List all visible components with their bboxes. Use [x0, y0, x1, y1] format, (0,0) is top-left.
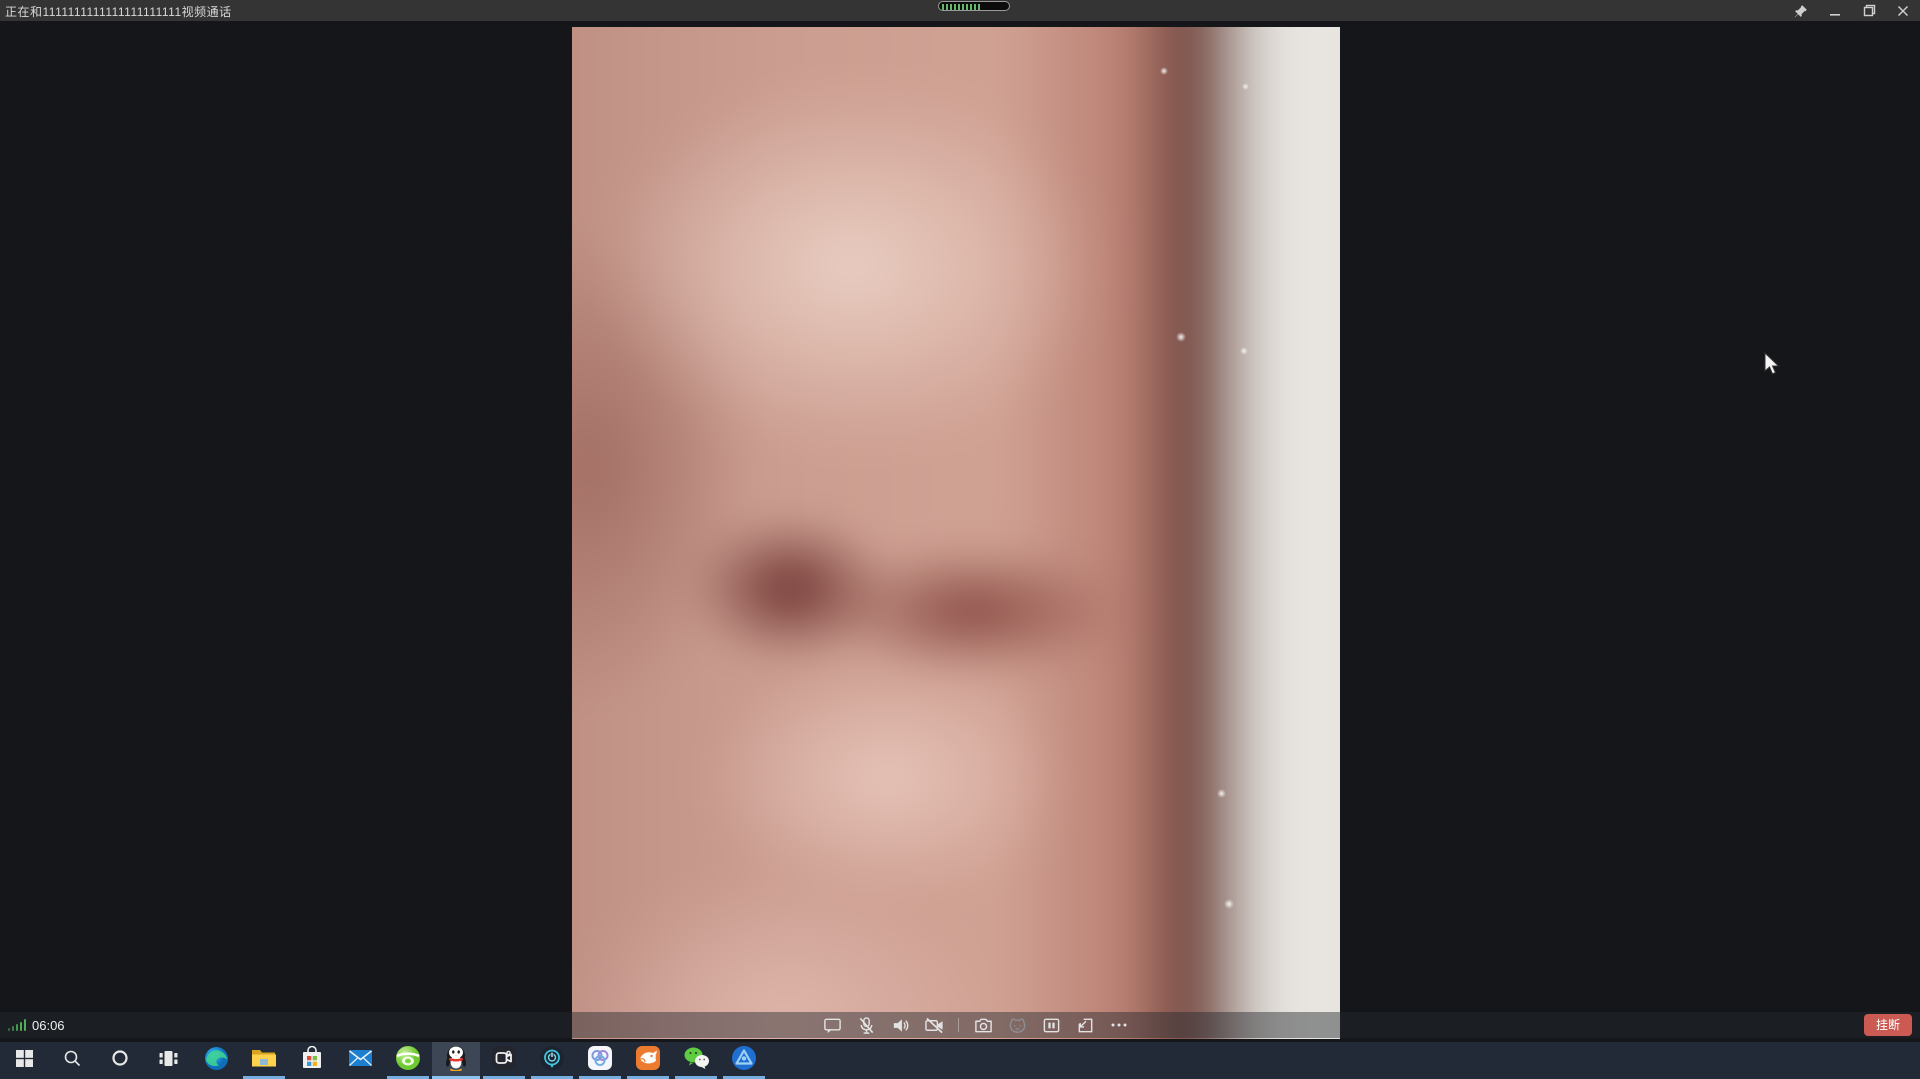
- minimize-icon: [1829, 5, 1841, 17]
- call-duration: 06:06: [32, 1018, 65, 1033]
- file-explorer-icon: [251, 1047, 277, 1074]
- chat-button[interactable]: [822, 1015, 842, 1035]
- remote-video-feed: [572, 27, 1340, 1039]
- call-control-bar: 06:06: [0, 1012, 1920, 1038]
- mail-icon: [348, 1048, 373, 1073]
- signal-bars-icon: [8, 1019, 26, 1031]
- qq-icon: [443, 1044, 469, 1077]
- call-toolbar: [822, 1012, 1129, 1038]
- restore-button[interactable]: [1852, 0, 1886, 21]
- store-icon: [301, 1046, 323, 1075]
- chat-icon: [823, 1016, 842, 1035]
- taskbar-item-wechat[interactable]: [672, 1042, 720, 1079]
- hangup-button[interactable]: 挂断: [1864, 1014, 1912, 1036]
- cortana-button[interactable]: [96, 1042, 144, 1079]
- windows-logo-icon: [16, 1050, 33, 1072]
- beauty-face-icon: [1008, 1016, 1027, 1035]
- desktop-screen: 正在和1111111111111111111111视频通话: [0, 0, 1920, 1079]
- taskbar-item-store[interactable]: [288, 1042, 336, 1079]
- close-icon: [1897, 5, 1909, 17]
- video-speck: [1217, 789, 1226, 798]
- screenshot-icon: [974, 1016, 993, 1035]
- video-speck: [1240, 347, 1248, 355]
- task-view-button[interactable]: [144, 1042, 192, 1079]
- mic-muted-icon: [857, 1016, 876, 1035]
- screenshot-button[interactable]: [973, 1015, 993, 1035]
- knot-app-icon: [587, 1045, 613, 1076]
- call-window-titlebar: 正在和1111111111111111111111视频通话: [0, 0, 1920, 21]
- network-quality-meter: [938, 1, 1010, 11]
- taskbar-item-edge[interactable]: [192, 1042, 240, 1079]
- microphone-muted-button[interactable]: [856, 1015, 876, 1035]
- taskbar-item-blue-triangle-app[interactable]: [720, 1042, 768, 1079]
- more-button[interactable]: [1109, 1015, 1129, 1035]
- more-icon: [1110, 1016, 1128, 1034]
- beauty-face-button[interactable]: [1007, 1015, 1027, 1035]
- cortana-ring-icon: [111, 1049, 129, 1072]
- camera-off-button[interactable]: [924, 1015, 944, 1035]
- toolbar-divider: [958, 1018, 959, 1032]
- edge-icon: [204, 1046, 229, 1076]
- pip-layout-button[interactable]: [1041, 1015, 1061, 1035]
- call-duration-group: 06:06: [8, 1012, 65, 1038]
- video-speck: [1160, 67, 1168, 75]
- taskbar-item-qq[interactable]: [432, 1042, 480, 1079]
- green-ball-app-icon: [395, 1045, 421, 1076]
- window-title: 正在和1111111111111111111111视频通话: [5, 3, 232, 20]
- pin-button[interactable]: [1784, 0, 1818, 21]
- speaker-icon: [891, 1016, 910, 1035]
- search-icon: [63, 1049, 81, 1072]
- video-speck: [1224, 899, 1234, 909]
- call-window-body: 06:06: [0, 21, 1920, 1042]
- speaker-button[interactable]: [890, 1015, 910, 1035]
- taskbar-item-douyu[interactable]: [624, 1042, 672, 1079]
- video-content: [572, 27, 1340, 1039]
- pin-icon: [1794, 4, 1808, 18]
- taskbar: A S 15:00 周四 2021/5/6 2: [0, 1042, 1920, 1079]
- wechat-icon: [683, 1046, 710, 1075]
- task-view-icon: [159, 1050, 178, 1072]
- minimize-button[interactable]: [1818, 0, 1852, 21]
- taskbar-item-file-explorer[interactable]: [240, 1042, 288, 1079]
- pip-layout-icon: [1042, 1016, 1061, 1035]
- voov-meeting-icon: [491, 1045, 517, 1076]
- recorder-app-icon: [539, 1045, 565, 1076]
- annotate-button[interactable]: [1075, 1015, 1095, 1035]
- window-controls: [1784, 0, 1920, 21]
- start-button[interactable]: [0, 1042, 48, 1079]
- taskbar-item-green-ball-app[interactable]: [384, 1042, 432, 1079]
- close-button[interactable]: [1886, 0, 1920, 21]
- restore-icon: [1863, 4, 1876, 17]
- taskbar-search-button[interactable]: [48, 1042, 96, 1079]
- video-speck: [1176, 332, 1186, 342]
- douyu-icon: [635, 1045, 661, 1076]
- taskbar-item-mail[interactable]: [336, 1042, 384, 1079]
- taskbar-item-knot-app[interactable]: [576, 1042, 624, 1079]
- annotate-icon: [1076, 1016, 1095, 1035]
- taskbar-item-voov-meeting[interactable]: [480, 1042, 528, 1079]
- network-quality-fill: [942, 4, 982, 10]
- camera-off-icon: [924, 1016, 945, 1035]
- blue-triangle-app-icon: [731, 1045, 757, 1076]
- taskbar-item-recorder-app[interactable]: [528, 1042, 576, 1079]
- taskbar-items: [0, 1042, 768, 1079]
- video-speck: [1242, 83, 1249, 90]
